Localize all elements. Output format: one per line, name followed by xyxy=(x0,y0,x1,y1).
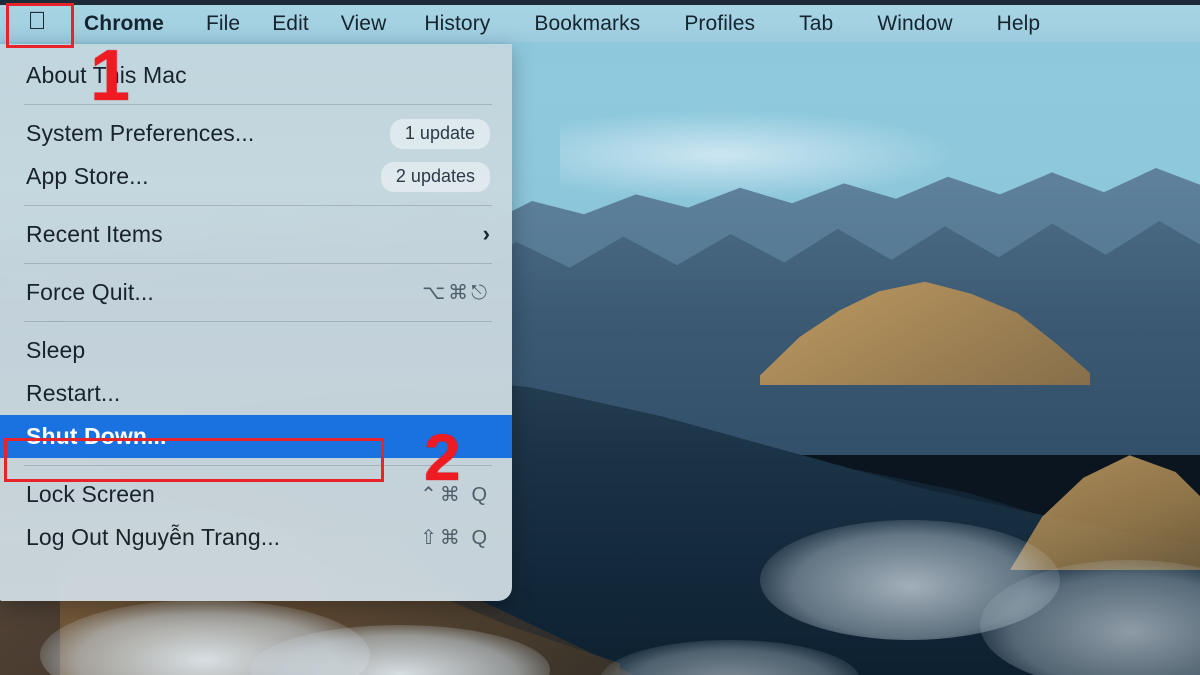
menu-item-label: Restart... xyxy=(26,380,121,406)
menu-item-log-out[interactable]: Log Out Nguyễn Trang... ⇧⌘ Q xyxy=(0,516,512,559)
menu-separator xyxy=(24,465,492,466)
menu-bar-item-profiles[interactable]: Profiles xyxy=(662,7,777,41)
apple-menu-dropdown: About This Mac System Preferences... 1 u… xyxy=(0,44,512,601)
menu-bar-item-view[interactable]: View xyxy=(325,7,403,41)
menu-item-label: Shut Down... xyxy=(26,423,167,449)
menu-item-shut-down[interactable]: Shut Down... xyxy=(0,415,512,458)
menu-item-restart[interactable]: Restart... xyxy=(0,372,512,415)
apple-menu-button[interactable]:  xyxy=(8,7,66,41)
menu-item-app-store[interactable]: App Store... 2 updates xyxy=(0,155,512,198)
menu-separator xyxy=(24,321,492,322)
menu-item-force-quit[interactable]: Force Quit... ⌥⌘⎋ xyxy=(0,271,512,314)
menu-bar-item-window[interactable]: Window xyxy=(855,7,974,41)
keyboard-shortcut: ⌥⌘⎋ xyxy=(422,282,490,304)
menu-item-system-preferences[interactable]: System Preferences... 1 update xyxy=(0,112,512,155)
menu-bar-item-bookmarks[interactable]: Bookmarks xyxy=(512,7,662,41)
menu-bar-item-history[interactable]: History xyxy=(402,7,512,41)
menu-item-label: App Store... xyxy=(26,163,149,189)
wallpaper-haze xyxy=(560,110,960,200)
menu-item-label: System Preferences... xyxy=(26,120,255,146)
menu-item-label: Recent Items xyxy=(26,221,163,247)
menu-item-about-this-mac[interactable]: About This Mac xyxy=(0,54,512,97)
menu-bar-item-tab[interactable]: Tab xyxy=(777,7,855,41)
menu-item-label: Force Quit... xyxy=(26,279,154,305)
keyboard-shortcut: ⇧⌘ Q xyxy=(420,527,490,549)
update-badge: 1 update xyxy=(389,118,490,149)
apple-logo-icon:  xyxy=(28,9,47,34)
keyboard-shortcut: ⌃⌘ Q xyxy=(420,484,490,506)
menu-item-label: Log Out Nguyễn Trang... xyxy=(26,524,281,550)
menu-item-lock-screen[interactable]: Lock Screen ⌃⌘ Q xyxy=(0,473,512,516)
menu-bar-item-help[interactable]: Help xyxy=(975,7,1063,41)
menu-item-label: About This Mac xyxy=(26,62,187,88)
menu-item-label: Sleep xyxy=(26,337,86,363)
menu-separator xyxy=(24,263,492,264)
menu-item-recent-items[interactable]: Recent Items › xyxy=(0,213,512,256)
menu-bar-item-chrome[interactable]: Chrome xyxy=(66,7,190,41)
menu-separator xyxy=(24,205,492,206)
menu-bar-item-edit[interactable]: Edit xyxy=(256,7,325,41)
menu-item-sleep[interactable]: Sleep xyxy=(0,329,512,372)
update-badge: 2 updates xyxy=(380,161,490,192)
macos-desktop:  Chrome File Edit View History Bookmark… xyxy=(0,0,1200,675)
macos-menu-bar:  Chrome File Edit View History Bookmark… xyxy=(0,5,1200,42)
chevron-right-icon: › xyxy=(482,220,490,246)
menu-item-label: Lock Screen xyxy=(26,481,155,507)
menu-separator xyxy=(24,104,492,105)
menu-bar-item-file[interactable]: File xyxy=(190,7,256,41)
